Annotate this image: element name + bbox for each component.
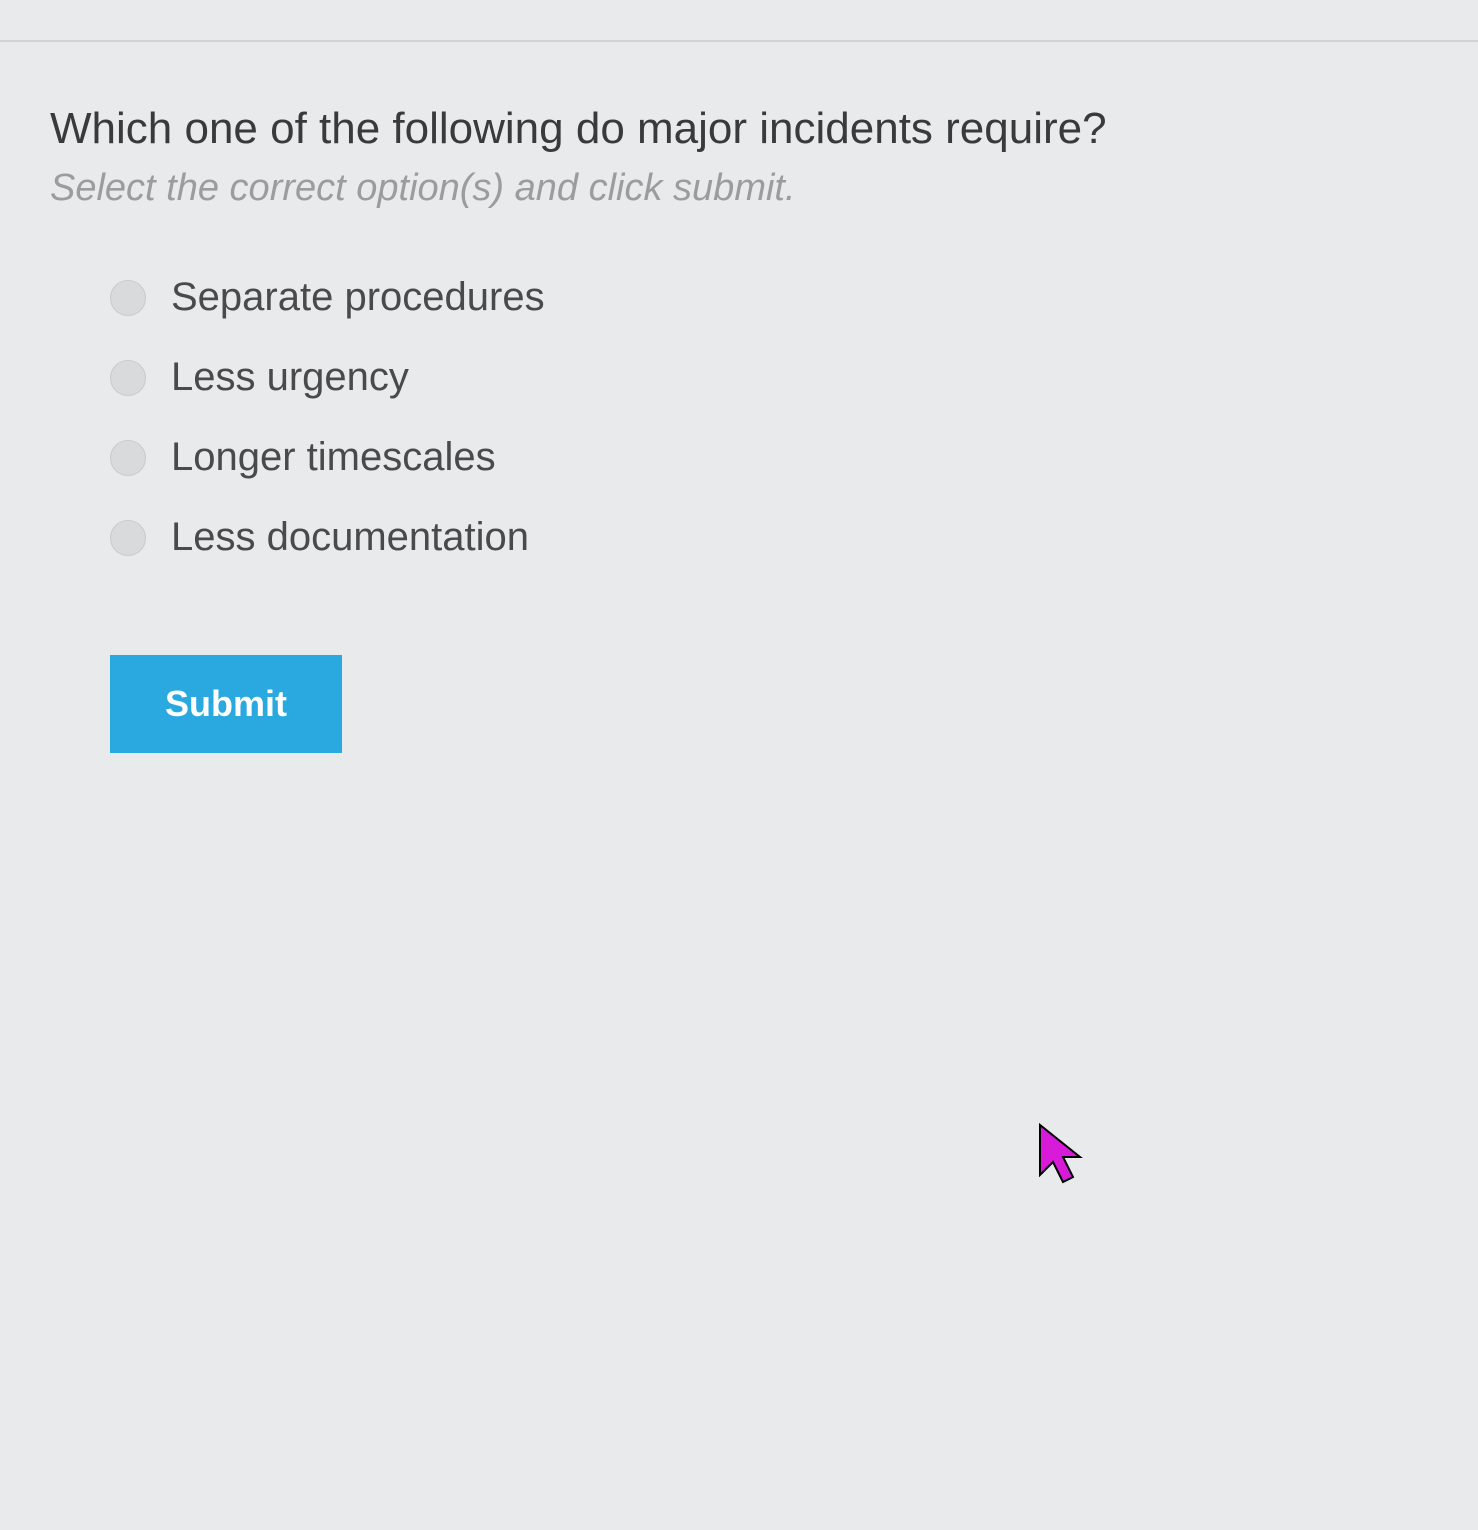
option-longer-timescales[interactable]: Longer timescales bbox=[110, 435, 1428, 480]
options-group: Separate procedures Less urgency Longer … bbox=[50, 275, 1428, 560]
instruction-text: Select the correct option(s) and click s… bbox=[50, 167, 1428, 210]
option-less-urgency[interactable]: Less urgency bbox=[110, 355, 1428, 400]
cursor-icon bbox=[1035, 1120, 1095, 1205]
quiz-content: Which one of the following do major inci… bbox=[0, 0, 1478, 753]
option-label: Less urgency bbox=[171, 355, 409, 400]
option-label: Less documentation bbox=[171, 515, 529, 560]
option-label: Separate procedures bbox=[171, 275, 545, 320]
option-less-documentation[interactable]: Less documentation bbox=[110, 515, 1428, 560]
radio-icon bbox=[110, 440, 146, 476]
divider bbox=[0, 40, 1478, 42]
option-separate-procedures[interactable]: Separate procedures bbox=[110, 275, 1428, 320]
radio-icon bbox=[110, 360, 146, 396]
option-label: Longer timescales bbox=[171, 435, 496, 480]
question-text: Which one of the following do major inci… bbox=[50, 100, 1428, 157]
radio-icon bbox=[110, 520, 146, 556]
radio-icon bbox=[110, 280, 146, 316]
submit-button[interactable]: Submit bbox=[110, 655, 342, 753]
